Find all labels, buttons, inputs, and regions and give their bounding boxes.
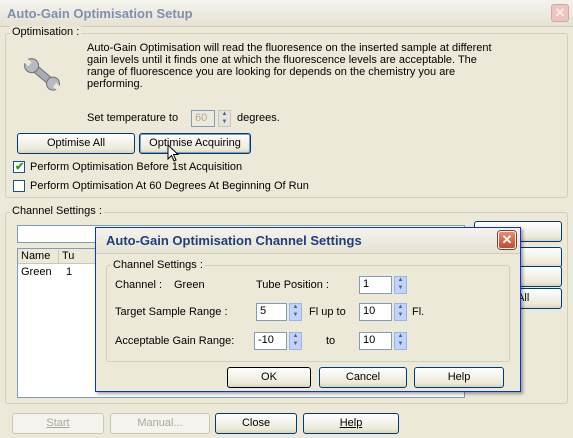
ok-button[interactable]: OK	[227, 367, 311, 388]
close-icon: ✕	[554, 5, 566, 20]
close-window-button[interactable]: ✕	[551, 4, 569, 22]
checkmark-icon: ✔	[15, 161, 25, 173]
degrees-label: degrees.	[237, 112, 280, 124]
tube-position-spinner[interactable]: ▲ ▼	[394, 276, 407, 294]
optimisation-description: Auto-Gain Optimisation will read the flu…	[87, 42, 492, 90]
window-title: Auto-Gain Optimisation Setup	[7, 6, 193, 21]
target-to-input[interactable]: 10	[359, 303, 392, 321]
column-header-name[interactable]: Name	[21, 250, 50, 262]
dialog-title: Auto-Gain Optimisation Channel Settings	[106, 233, 362, 248]
start-button[interactable]: Start	[12, 413, 104, 434]
spin-down-icon[interactable]: ▼	[395, 341, 406, 349]
channel-settings-dialog: Auto-Gain Optimisation Channel Settings …	[95, 227, 521, 392]
gain-from-spinner[interactable]: ▲ ▼	[289, 332, 302, 350]
spin-down-icon[interactable]: ▼	[395, 312, 406, 320]
gain-range-label: Acceptable Gain Range:	[115, 335, 235, 347]
checkbox-at-60-degrees[interactable]	[13, 180, 25, 192]
dialog-close-button[interactable]: ✕	[498, 231, 516, 249]
row-channel-tube[interactable]: 1	[66, 266, 72, 278]
temperature-input: 60	[191, 110, 215, 127]
checkbox-before-acquisition[interactable]: ✔	[13, 161, 25, 173]
column-divider	[58, 250, 59, 263]
spin-down-icon[interactable]: ▼	[290, 312, 301, 320]
optimisation-legend: Optimisation :	[10, 26, 82, 38]
set-temperature-label: Set temperature to	[87, 112, 179, 124]
spin-up-icon[interactable]: ▲	[290, 333, 301, 341]
title-bar: Auto-Gain Optimisation Setup ✕	[0, 0, 573, 27]
gain-from-input[interactable]: -10	[254, 332, 287, 350]
close-button[interactable]: Close	[215, 413, 297, 434]
channel-label: Channel :	[115, 279, 163, 291]
target-to-spinner[interactable]: ▲ ▼	[394, 303, 407, 321]
column-header-tube[interactable]: Tu	[62, 250, 74, 262]
dialog-help-button[interactable]: Help	[414, 367, 504, 388]
wrench-icon	[20, 55, 64, 95]
channel-value: Green	[174, 279, 205, 291]
help-button[interactable]: Help	[303, 413, 399, 434]
manual-button[interactable]: Manual...	[110, 413, 210, 434]
temperature-spinner: ▲ ▼	[218, 110, 231, 127]
target-from-input[interactable]: 5	[256, 303, 287, 321]
spin-up-icon[interactable]: ▲	[395, 304, 406, 312]
spin-down-icon: ▼	[221, 118, 228, 125]
dialog-title-bar: Auto-Gain Optimisation Channel Settings …	[96, 228, 520, 254]
channel-settings-legend: Channel Settings :	[10, 205, 104, 217]
gain-to-spinner[interactable]: ▲ ▼	[394, 332, 407, 350]
close-icon: ✕	[501, 232, 513, 247]
spin-up-icon[interactable]: ▲	[395, 333, 406, 341]
target-unit-label: Fl.	[412, 306, 425, 318]
checkbox-at-60-degrees-label[interactable]: Perform Optimisation At 60 Degrees At Be…	[30, 180, 309, 192]
cancel-button[interactable]: Cancel	[319, 367, 407, 388]
gain-to-input[interactable]: 10	[359, 332, 392, 350]
optimise-acquiring-button[interactable]: Optimise Acquiring	[139, 133, 251, 154]
spin-down-icon[interactable]: ▼	[395, 285, 406, 293]
spin-up-icon: ▲	[221, 111, 228, 117]
checkbox-before-acquisition-label[interactable]: Perform Optimisation Before 1st Acquisit…	[30, 161, 242, 173]
spin-up-icon[interactable]: ▲	[290, 304, 301, 312]
tube-position-label: Tube Position :	[256, 279, 329, 291]
target-from-spinner[interactable]: ▲ ▼	[289, 303, 302, 321]
dialog-group-legend: Channel Settings :	[111, 259, 205, 271]
target-range-label: Target Sample Range :	[115, 306, 228, 318]
gain-to-label: to	[326, 335, 336, 347]
tube-position-input[interactable]: 1	[359, 276, 392, 294]
spin-down-icon[interactable]: ▼	[290, 341, 301, 349]
optimise-all-button[interactable]: Optimise All	[17, 133, 135, 154]
target-mid-label: Fl up to	[309, 306, 346, 318]
spin-up-icon[interactable]: ▲	[395, 277, 406, 285]
row-channel-name[interactable]: Green	[21, 266, 52, 278]
